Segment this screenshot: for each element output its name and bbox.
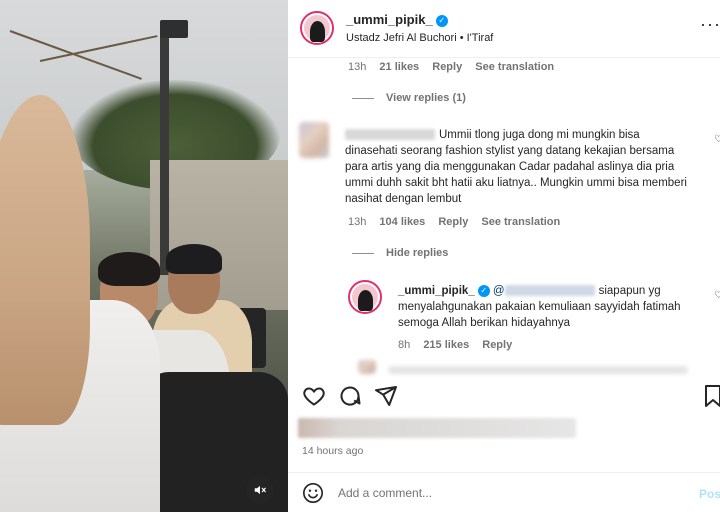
like-reply-icon[interactable]: ♡ bbox=[714, 290, 720, 301]
blurred-comment bbox=[388, 366, 688, 374]
like-comment-icon[interactable]: ♡ bbox=[714, 134, 720, 145]
commenter-name[interactable] bbox=[345, 129, 435, 141]
divider-line bbox=[352, 252, 374, 254]
divider-line bbox=[352, 97, 374, 99]
see-translation-button[interactable]: See translation bbox=[481, 216, 560, 228]
comment-button[interactable] bbox=[338, 384, 362, 413]
post-button[interactable]: Post bbox=[699, 487, 720, 501]
action-bar bbox=[288, 384, 720, 412]
comment-time: 13h bbox=[348, 216, 367, 228]
send-icon bbox=[375, 386, 397, 406]
reply-time: 8h bbox=[398, 339, 411, 351]
like-button[interactable] bbox=[302, 384, 326, 413]
likes-summary[interactable] bbox=[298, 418, 576, 438]
avatar[interactable] bbox=[300, 11, 334, 45]
comment-input[interactable] bbox=[338, 483, 688, 503]
media-lamp-pole bbox=[160, 25, 169, 275]
hide-replies-button[interactable]: Hide replies bbox=[352, 247, 448, 259]
media-hijab bbox=[0, 95, 90, 425]
post-author-name[interactable]: _ummi_pipik_ bbox=[346, 12, 433, 27]
reply-body: _ummi_pipik_ ✓ @ siapapun yg menyalahgunak… bbox=[398, 283, 698, 331]
emoji-button[interactable] bbox=[302, 482, 324, 509]
reply-button[interactable]: Reply bbox=[482, 339, 512, 351]
more-options-icon[interactable]: ··· bbox=[700, 14, 720, 35]
comment-time: 13h bbox=[348, 61, 367, 73]
save-button[interactable] bbox=[704, 384, 720, 413]
share-button[interactable] bbox=[374, 384, 398, 413]
comment-icon bbox=[340, 386, 361, 406]
post-panel: _ummi_pipik_ ✓ Ustadz Jefri Al Buchori • … bbox=[288, 0, 720, 512]
reply-author-name[interactable]: _ummi_pipik_ bbox=[398, 285, 475, 297]
comment-likes[interactable]: 104 likes bbox=[379, 216, 425, 228]
post-author[interactable]: _ummi_pipik_ ✓ bbox=[346, 12, 448, 27]
reply-button[interactable]: Reply bbox=[432, 61, 462, 73]
reply-button[interactable]: Reply bbox=[438, 216, 468, 228]
reply-likes[interactable]: 215 likes bbox=[423, 339, 469, 351]
commenter-avatar[interactable] bbox=[299, 122, 329, 158]
add-comment-bar: Post bbox=[288, 472, 720, 512]
post-subtitle[interactable]: Ustadz Jefri Al Buchori • I'Tiraf bbox=[346, 32, 493, 44]
comment-meta: 13h 104 likes Reply See translation bbox=[348, 216, 570, 228]
comment-likes[interactable]: 21 likes bbox=[379, 61, 419, 73]
mentioned-user[interactable] bbox=[504, 285, 595, 297]
heart-icon bbox=[303, 387, 325, 406]
view-replies-button[interactable]: View replies (1) bbox=[352, 92, 466, 104]
post-header: _ummi_pipik_ ✓ Ustadz Jefri Al Buchori • … bbox=[288, 0, 720, 58]
emoji-icon bbox=[303, 483, 323, 503]
commenter-avatar[interactable] bbox=[358, 360, 376, 374]
verified-icon: ✓ bbox=[435, 14, 448, 27]
mute-button[interactable] bbox=[246, 476, 274, 504]
see-translation-button[interactable]: See translation bbox=[475, 61, 554, 73]
reply-text-first: siapapun yg bbox=[598, 285, 661, 297]
comment-meta: 13h 21 likes Reply See translation bbox=[348, 61, 564, 73]
post-time: 14 hours ago bbox=[302, 445, 364, 457]
reply-author-avatar[interactable] bbox=[348, 280, 382, 314]
bookmark-icon bbox=[705, 385, 720, 407]
reply-text: menyalahgunakan pakaian kemuliaan sayyid… bbox=[398, 301, 681, 329]
post-media[interactable] bbox=[0, 0, 288, 512]
verified-icon: ✓ bbox=[477, 284, 490, 297]
media-person-hair bbox=[98, 252, 160, 286]
media-person-cap bbox=[166, 244, 222, 274]
speaker-muted-icon bbox=[254, 485, 266, 495]
reply-meta: 8h 215 likes Reply bbox=[398, 339, 522, 351]
hide-replies-label: Hide replies bbox=[386, 247, 449, 259]
reply-mention[interactable]: @ bbox=[493, 285, 505, 297]
media-lamp bbox=[160, 20, 188, 38]
comment-body: Ummii tlong juga dong mi mungkin bisa di… bbox=[345, 127, 695, 207]
view-replies-label: View replies (1) bbox=[386, 92, 466, 104]
comment-text: Ummii tlong juga dong mi mungkin bisa di… bbox=[345, 129, 687, 205]
